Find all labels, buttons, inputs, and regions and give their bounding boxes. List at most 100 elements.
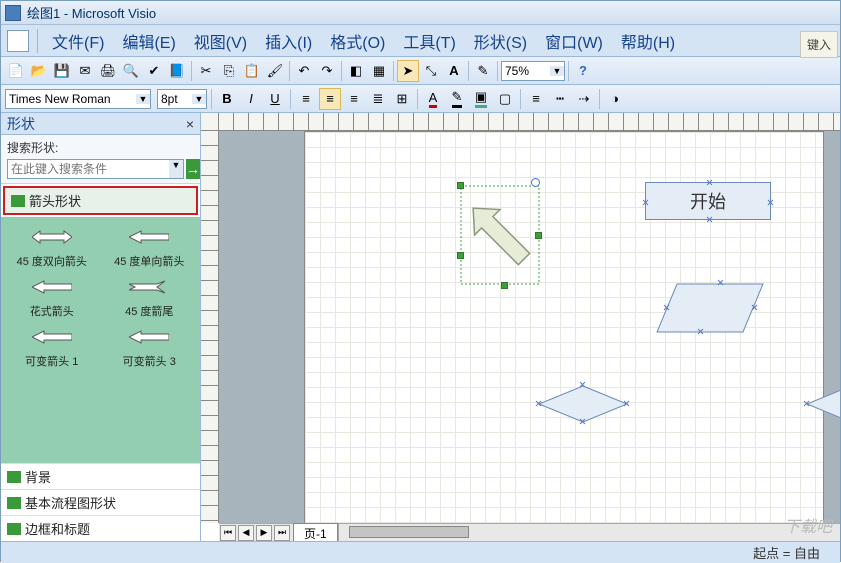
- cut-button[interactable]: ✂: [195, 60, 217, 82]
- line-weight-button[interactable]: ≡: [525, 88, 547, 110]
- connection-point[interactable]: [579, 381, 586, 388]
- shape-item[interactable]: 45 度双向箭头: [5, 225, 99, 269]
- connection-point[interactable]: [579, 418, 586, 425]
- text-tool-button[interactable]: A: [443, 60, 465, 82]
- pointer-tool-button[interactable]: ➤: [397, 60, 419, 82]
- font-size-combo[interactable]: ▼: [157, 89, 207, 109]
- fill-color-button[interactable]: ▣: [470, 88, 492, 110]
- menu-file[interactable]: 文件(F): [46, 25, 110, 57]
- stencil-row[interactable]: 基本流程图形状: [1, 489, 200, 515]
- drawing-page[interactable]: 开始: [304, 131, 824, 539]
- menu-insert[interactable]: 插入(I): [259, 25, 318, 57]
- print-preview-button[interactable]: 🔍: [120, 60, 142, 82]
- italic-button[interactable]: I: [240, 88, 262, 110]
- diamond-shape[interactable]: [537, 384, 629, 424]
- format-painter-button[interactable]: 🖌: [264, 60, 286, 82]
- ink-button[interactable]: ✎: [472, 60, 494, 82]
- scrollbar-thumb[interactable]: [349, 526, 469, 538]
- rotation-handle[interactable]: [531, 178, 540, 187]
- align-center-button[interactable]: ≡: [319, 88, 341, 110]
- stencil-row[interactable]: 边框和标题: [1, 515, 200, 541]
- search-dropdown-icon[interactable]: ▼: [169, 160, 183, 178]
- tab-next-button[interactable]: ▶: [256, 525, 272, 541]
- shape-item[interactable]: 花式箭头: [5, 275, 99, 319]
- font-combo[interactable]: ▼: [5, 89, 151, 109]
- selection-handle[interactable]: [535, 232, 542, 239]
- line-color-button[interactable]: ✎: [446, 88, 468, 110]
- connection-point[interactable]: [717, 279, 724, 286]
- save-button[interactable]: 💾: [51, 60, 73, 82]
- document-icon[interactable]: [7, 30, 29, 52]
- align-right-button[interactable]: ≡: [343, 88, 365, 110]
- connection-point[interactable]: [706, 179, 713, 186]
- paste-button[interactable]: 📋: [241, 60, 263, 82]
- tab-last-button[interactable]: ⏭: [274, 525, 290, 541]
- active-stencil-header[interactable]: 箭头形状: [3, 186, 198, 215]
- connection-point[interactable]: [803, 400, 810, 407]
- stencil-row[interactable]: 背景: [1, 463, 200, 489]
- redo-button[interactable]: ↷: [316, 60, 338, 82]
- print-button[interactable]: 🖨: [97, 60, 119, 82]
- menu-edit[interactable]: 编辑(E): [116, 25, 181, 57]
- search-go-button[interactable]: →: [186, 159, 200, 179]
- pasteboard[interactable]: 开始: [219, 131, 840, 523]
- selection-handle[interactable]: [501, 282, 508, 289]
- search-input[interactable]: [8, 160, 169, 178]
- connection-point[interactable]: [623, 400, 630, 407]
- menu-view[interactable]: 视图(V): [188, 25, 253, 57]
- size-dropdown-icon[interactable]: ▼: [192, 94, 206, 104]
- menu-window[interactable]: 窗口(W): [539, 25, 609, 57]
- new-button[interactable]: 📄: [5, 60, 27, 82]
- menu-format[interactable]: 格式(O): [324, 25, 391, 57]
- font-size-input[interactable]: [158, 92, 192, 106]
- close-icon[interactable]: ×: [186, 116, 194, 132]
- connection-point[interactable]: [751, 304, 758, 311]
- shape-item[interactable]: 可变箭头 1: [5, 325, 99, 369]
- theme-button[interactable]: ◑: [604, 88, 626, 110]
- connection-point[interactable]: [663, 304, 670, 311]
- undo-button[interactable]: ↶: [293, 60, 315, 82]
- copy-button[interactable]: ⎘: [218, 60, 240, 82]
- selection-handle[interactable]: [457, 252, 464, 259]
- parallelogram-shape[interactable]: [655, 282, 765, 334]
- connection-point[interactable]: [535, 400, 542, 407]
- mail-button[interactable]: ✉: [74, 60, 96, 82]
- line-pattern-button[interactable]: ┅: [549, 88, 571, 110]
- shape-item[interactable]: 45 度箭尾: [103, 275, 197, 319]
- bold-button[interactable]: B: [216, 88, 238, 110]
- horizontal-ruler[interactable]: [219, 113, 840, 131]
- connection-point[interactable]: [767, 199, 774, 206]
- font-input[interactable]: [6, 92, 136, 106]
- shadow-button[interactable]: ▢: [494, 88, 516, 110]
- underline-button[interactable]: U: [264, 88, 286, 110]
- tab-first-button[interactable]: ⏮: [220, 525, 236, 541]
- menu-shape[interactable]: 形状(S): [468, 25, 533, 57]
- connection-point[interactable]: [642, 199, 649, 206]
- align-justify-button[interactable]: ≣: [367, 88, 389, 110]
- stencil-button[interactable]: ▦: [368, 60, 390, 82]
- selection-handle[interactable]: [457, 182, 464, 189]
- spellcheck-button[interactable]: ✔: [143, 60, 165, 82]
- tab-prev-button[interactable]: ◀: [238, 525, 254, 541]
- menu-help[interactable]: 帮助(H): [615, 25, 681, 57]
- zoom-input[interactable]: [502, 64, 550, 78]
- diamond-shape[interactable]: [805, 384, 840, 424]
- horizontal-scrollbar[interactable]: [339, 524, 840, 541]
- distribute-button[interactable]: ⊞: [391, 88, 413, 110]
- zoom-dropdown-icon[interactable]: ▼: [550, 66, 564, 76]
- connection-point[interactable]: [697, 328, 704, 335]
- font-dropdown-icon[interactable]: ▼: [136, 94, 150, 104]
- align-left-button[interactable]: ≡: [295, 88, 317, 110]
- shape-item[interactable]: 45 度单向箭头: [103, 225, 197, 269]
- menu-tools[interactable]: 工具(T): [397, 25, 461, 57]
- line-ends-button[interactable]: ⇢: [573, 88, 595, 110]
- drawing-tools-button[interactable]: ◧: [345, 60, 367, 82]
- research-button[interactable]: 📘: [166, 60, 188, 82]
- font-color-button[interactable]: A: [422, 88, 444, 110]
- selected-arrow-shape[interactable]: [455, 180, 535, 280]
- start-shape[interactable]: 开始: [645, 182, 771, 220]
- connection-point[interactable]: [706, 216, 713, 223]
- open-button[interactable]: 📂: [28, 60, 50, 82]
- page-tab[interactable]: 页-1: [293, 523, 338, 542]
- zoom-combo[interactable]: ▼: [501, 61, 565, 81]
